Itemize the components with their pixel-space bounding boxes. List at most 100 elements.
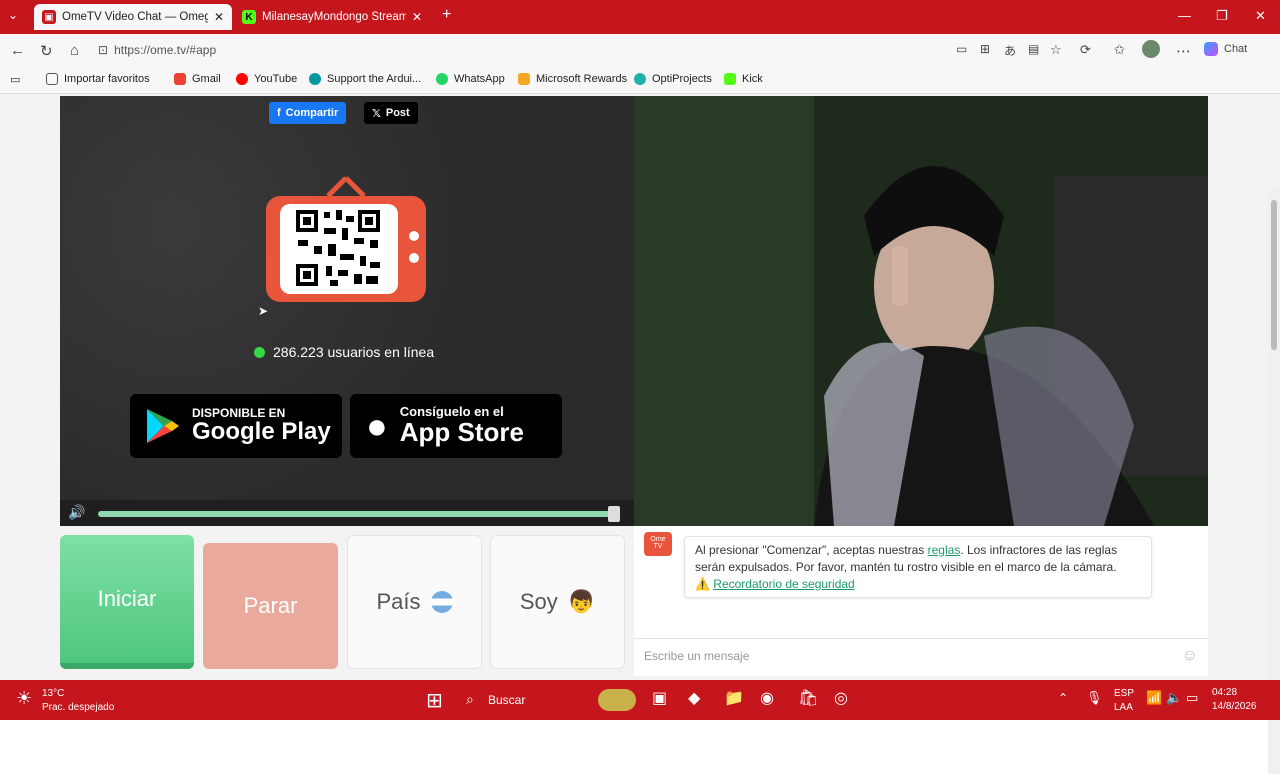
browser-tab-bar: ⌄ ▣ OmeTV Video Chat — Omegl ✕ K Milanes… (0, 0, 1280, 34)
obs-taskbar-icon[interactable]: ◎ (834, 688, 848, 708)
bookmark-gmail[interactable]: Gmail (174, 73, 221, 85)
tab-list-icon[interactable]: ⌄ (8, 8, 18, 22)
tab-ometv[interactable]: ▣ OmeTV Video Chat — Omegl ✕ (34, 4, 232, 30)
rules-link[interactable]: reglas (928, 543, 961, 557)
static-noise (60, 96, 634, 526)
message-placeholder: Escribe un mensaje (644, 649, 750, 663)
file-explorer-icon[interactable]: 📁 (724, 688, 744, 708)
facebook-share-button[interactable]: f Compartir (269, 102, 347, 124)
boy-emoji-icon: 👦 (567, 589, 596, 614)
bookmark-arduino[interactable]: Support the Ardui... (309, 73, 421, 85)
start-menu-icon[interactable]: ⊞ (426, 688, 443, 713)
widget-icon[interactable] (598, 689, 636, 711)
copilot-taskbar-icon[interactable]: ◆ (688, 688, 700, 708)
scrollbar-thumb[interactable] (1271, 200, 1277, 350)
ometv-favicon-icon: ▣ (42, 10, 56, 24)
stop-button[interactable]: Parar (203, 543, 338, 669)
country-button[interactable]: País (347, 535, 482, 669)
chat-panel: Ome TV Al presionar "Comenzar", aceptas n… (634, 526, 1208, 676)
google-play-badge[interactable]: DISPONIBLE EN Google Play (130, 394, 342, 458)
notice-text: Al presionar "Comenzar", aceptas nuestra… (695, 543, 928, 557)
edge-taskbar-icon[interactable]: ◉ (760, 688, 774, 708)
tab-kick-stream[interactable]: K MilanesayMondongo Stream - Wa ✕ (234, 4, 430, 30)
close-tab-icon[interactable]: ✕ (214, 10, 224, 24)
bookmark-label: WhatsApp (454, 73, 505, 85)
profile-avatar[interactable] (1142, 40, 1160, 58)
bookmark-whatsapp[interactable]: WhatsApp (436, 73, 505, 85)
bookmark-import[interactable]: Importar favoritos (46, 73, 150, 85)
temperature: 13°C (42, 688, 65, 699)
google-play-icon (147, 409, 179, 443)
google-large-text: Google Play (192, 417, 331, 445)
ometv-qr-logo (266, 176, 426, 302)
store-taskbar-icon[interactable]: 🛍 (798, 688, 818, 708)
keyboard-language[interactable]: ESP (1114, 688, 1134, 699)
task-view-icon[interactable]: ▣ (652, 688, 667, 708)
bookmark-kick[interactable]: Kick (724, 73, 763, 85)
volume-slider[interactable] (98, 511, 616, 517)
bookmark-label: Importar favoritos (64, 73, 150, 85)
camera-icon[interactable]: ▭ (956, 42, 967, 56)
keyboard-layout[interactable]: LAA (1114, 702, 1133, 713)
bookmarks-menu-icon[interactable]: ▭ (10, 73, 20, 86)
bookmarks-bar: ▭ Importar favoritos Gmail YouTube Suppo… (0, 66, 1280, 94)
optiprojects-icon (634, 73, 646, 85)
back-icon[interactable]: ← (10, 42, 25, 59)
weather-icon[interactable]: ☀ (16, 688, 32, 709)
site-info-icon[interactable]: ⊡ (98, 43, 108, 57)
wifi-icon[interactable]: 📶 (1146, 690, 1162, 706)
bookmark-youtube[interactable]: YouTube (236, 73, 297, 85)
start-button[interactable]: Iniciar (60, 535, 194, 669)
microphone-icon[interactable]: 🎙 (1086, 690, 1103, 706)
warning-icon: ⚠️ (695, 577, 710, 591)
start-label: Iniciar (97, 586, 157, 611)
taskbar-search[interactable]: Buscar (488, 693, 525, 707)
new-tab-icon[interactable]: + (442, 6, 451, 24)
tray-chevron-icon[interactable]: ⌃ (1058, 691, 1068, 705)
message-input[interactable]: Escribe un mensaje ☺ (634, 638, 1208, 672)
bookmark-label: Microsoft Rewards (536, 73, 628, 85)
minimize-icon[interactable]: — (1178, 8, 1191, 23)
favorites-icon[interactable]: ✩ (1114, 42, 1125, 58)
google-small-text: DISPONIBLE EN (192, 405, 286, 420)
bookmark-optiprojects[interactable]: OptiProjects (634, 73, 712, 85)
copilot-chat-button[interactable]: Chat (1204, 42, 1247, 56)
x-icon: 𝕏 (372, 107, 381, 120)
translate-icon[interactable]: あ (1004, 42, 1016, 59)
volume-knob[interactable] (608, 506, 620, 522)
clock-date[interactable]: 14/8/2026 (1212, 701, 1257, 712)
clock-time[interactable]: 04:28 (1212, 687, 1237, 698)
self-camera-panel (634, 96, 1208, 526)
apple-icon: ● (366, 405, 388, 446)
whatsapp-icon (436, 73, 448, 85)
url-field[interactable]: ⊡ https://ome.tv/#app (98, 39, 958, 61)
app-store-badge[interactable]: ● Consíguelo en el App Store (350, 394, 562, 458)
copilot-icon (1204, 42, 1218, 56)
home-icon[interactable]: ⌂ (70, 42, 79, 59)
favorite-star-icon[interactable]: ☆ (1050, 42, 1062, 58)
tab-title: OmeTV Video Chat — Omegl (62, 11, 208, 23)
gender-button[interactable]: Soy 👦 (490, 535, 625, 669)
gender-label: Soy (519, 589, 558, 614)
close-tab-icon[interactable]: ✕ (412, 10, 422, 24)
safety-reminder-link[interactable]: Recordatorio de seguridad (713, 577, 854, 591)
apps-icon[interactable]: ⊞ (980, 42, 990, 56)
extensions-icon[interactable]: ⟳ (1080, 42, 1091, 58)
emoji-picker-icon[interactable]: ☺ (1182, 647, 1198, 665)
close-window-icon[interactable]: ✕ (1255, 8, 1266, 24)
ometv-page: f Compartir 𝕏 Post ➤ 286.223 usuarios en… (0, 94, 1280, 774)
reload-icon[interactable]: ↻ (40, 42, 53, 60)
speaker-icon[interactable]: 🔈 (1166, 690, 1182, 706)
chat-label: Chat (1224, 43, 1248, 55)
maximize-icon[interactable]: ❐ (1216, 8, 1228, 24)
facebook-icon: f (277, 107, 281, 119)
bookmark-rewards[interactable]: Microsoft Rewards (518, 73, 627, 85)
import-icon (46, 73, 58, 85)
x-post-button[interactable]: 𝕏 Post (364, 102, 418, 124)
argentina-flag-icon (430, 591, 453, 613)
search-icon[interactable]: ⌕ (466, 691, 474, 708)
more-menu-icon[interactable]: ⋯ (1176, 42, 1191, 60)
volume-icon[interactable]: 🔊 (68, 504, 85, 521)
battery-icon[interactable]: ▭ (1186, 690, 1198, 706)
reader-icon[interactable]: ▤ (1028, 42, 1039, 56)
